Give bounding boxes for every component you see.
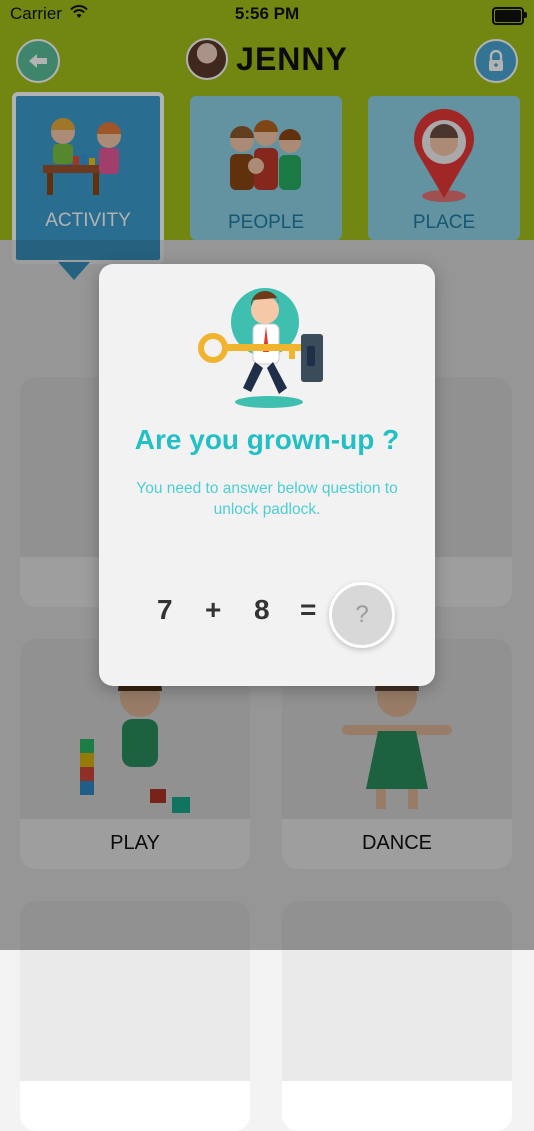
operator-plus: +	[205, 594, 222, 625]
answer-input[interactable]: ?	[329, 582, 395, 648]
dialog-title: Are you grown-up ?	[134, 424, 400, 455]
modal-backdrop-top	[0, 0, 534, 240]
operand-a: 7	[157, 594, 173, 625]
key-man-illustration	[198, 288, 323, 408]
equals-sign: =	[300, 594, 317, 625]
dialog-subtitle: You need to answer below question to unl…	[136, 480, 398, 518]
parental-gate-dialog: Are you grown-up ? You need to answer be…	[99, 264, 435, 686]
operand-b: 8	[254, 594, 270, 625]
